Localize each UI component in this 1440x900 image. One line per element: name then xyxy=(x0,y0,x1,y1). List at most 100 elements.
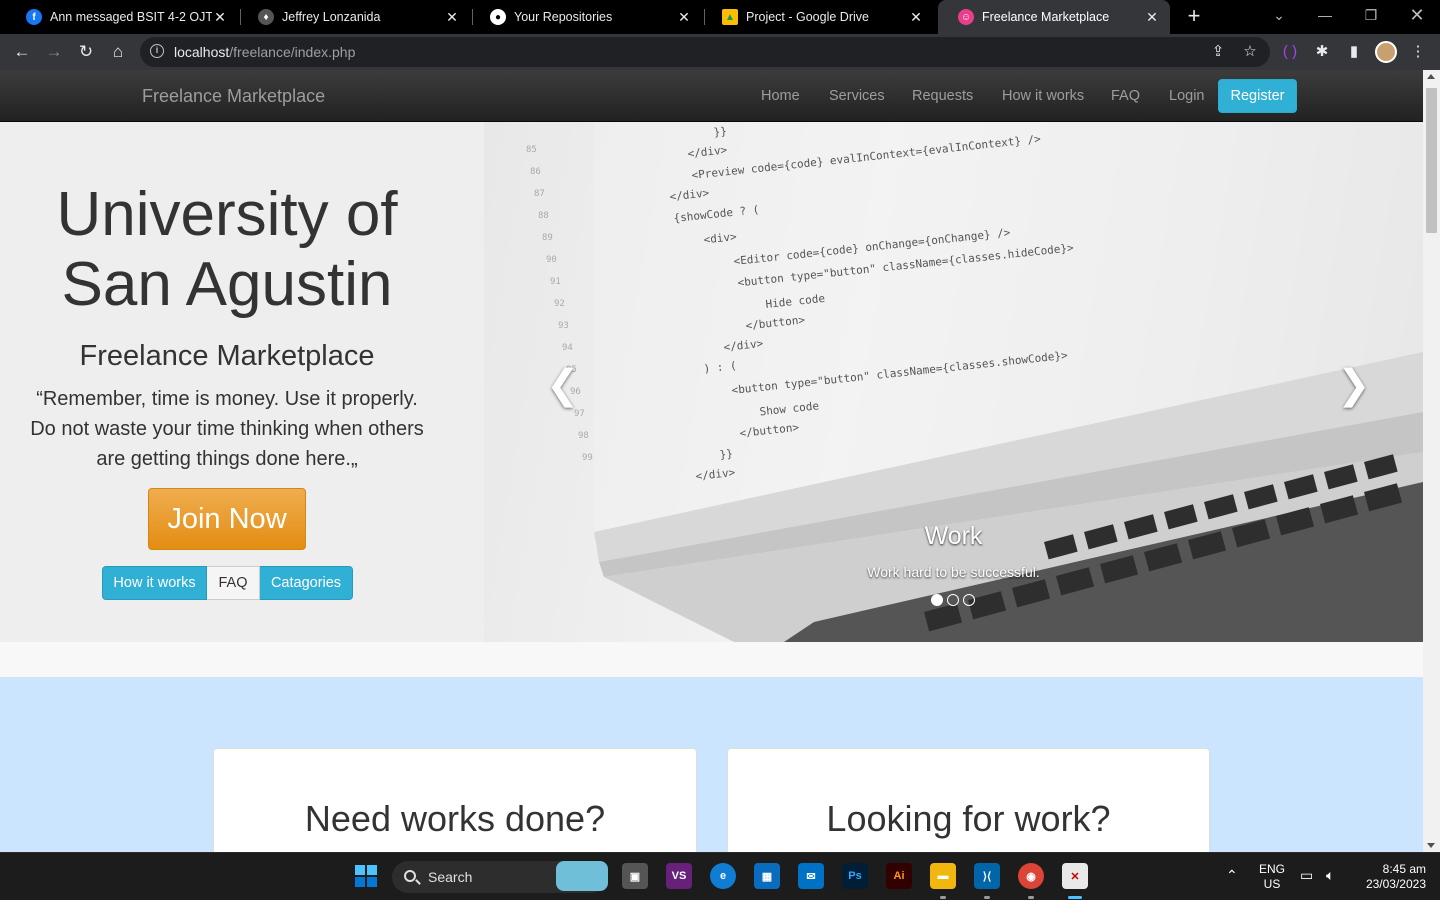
network-icon[interactable]: ▭ xyxy=(1300,867,1313,884)
profile-avatar[interactable] xyxy=(1375,41,1397,63)
address-bar[interactable]: i localhost/freelance/index.php xyxy=(140,37,1270,67)
hero-subtitle: Freelance Marketplace xyxy=(79,340,375,372)
region-code: US xyxy=(1263,877,1281,891)
windows-start-icon[interactable] xyxy=(353,863,379,889)
browser-tab[interactable]: f Ann messaged BSIT 4-2 OJT ✕ xyxy=(6,0,238,34)
nav-login[interactable]: Login xyxy=(1169,88,1204,104)
svg-text:88: 88 xyxy=(538,211,549,221)
carousel-prev-icon[interactable]: ❮ xyxy=(546,362,580,408)
home-icon[interactable]: ⌂ xyxy=(106,40,130,64)
register-button[interactable]: Register xyxy=(1218,79,1297,113)
hero-title-line-2: San Agustin xyxy=(61,250,393,319)
svg-text:87: 87 xyxy=(534,189,545,199)
svg-text:97: 97 xyxy=(574,409,585,419)
close-tab-icon[interactable]: ✕ xyxy=(212,9,228,26)
site-info-icon[interactable]: i xyxy=(150,44,164,58)
menu-kebab-icon[interactable]: ⋮ xyxy=(1406,40,1430,64)
photoshop-icon[interactable]: Ps xyxy=(842,863,868,889)
faq-button[interactable]: FAQ xyxy=(207,566,260,600)
carousel-indicator[interactable] xyxy=(963,594,975,606)
search-highlight-icon[interactable] xyxy=(556,861,608,891)
categories-button[interactable]: Catagories xyxy=(260,566,353,600)
share-icon[interactable]: ⇪ xyxy=(1206,40,1230,64)
volume-icon[interactable]: 🔈︎ xyxy=(1326,867,1334,884)
join-now-button[interactable]: Join Now xyxy=(148,488,306,550)
how-it-works-button[interactable]: How it works xyxy=(102,566,207,600)
browser-tab[interactable]: ▲ Project - Google Drive ✕ xyxy=(702,0,934,34)
mask-icon: ♦ xyxy=(258,9,274,25)
tab-title: Jeffrey Lonzanida xyxy=(282,10,381,24)
bookmark-star-icon[interactable]: ☆ xyxy=(1238,40,1262,64)
chrome-icon[interactable]: ◉ xyxy=(1018,863,1044,889)
smiley-favicon-icon: ☺ xyxy=(958,9,974,25)
side-panel-icon[interactable]: ▮ xyxy=(1342,40,1366,64)
close-tab-icon[interactable]: ✕ xyxy=(1144,9,1160,26)
code-line: }} xyxy=(713,125,728,139)
tab-title: Ann messaged BSIT 4-2 OJT xyxy=(50,10,212,24)
hero-title: University of San Agustin xyxy=(0,180,454,320)
edge-icon[interactable]: e xyxy=(710,863,736,889)
minimize-button[interactable]: — xyxy=(1302,0,1348,34)
page-scrollbar[interactable] xyxy=(1423,70,1440,852)
close-tab-icon[interactable]: ✕ xyxy=(908,9,924,26)
scroll-up-icon[interactable] xyxy=(1427,74,1435,79)
browser-tab[interactable]: ● Your Repositories ✕ xyxy=(470,0,702,34)
svg-text:86: 86 xyxy=(530,167,541,177)
carousel-indicator[interactable] xyxy=(947,594,959,606)
close-tab-icon[interactable]: ✕ xyxy=(444,9,460,26)
extension-brackets-icon[interactable]: ( ) xyxy=(1278,40,1302,64)
microsoft-store-icon[interactable]: ▦ xyxy=(754,863,780,889)
back-icon[interactable]: ← xyxy=(10,40,34,64)
visual-studio-icon[interactable]: VS xyxy=(666,863,692,889)
nav-requests[interactable]: Requests xyxy=(912,88,973,104)
carousel-caption-text: Work hard to be successful. xyxy=(867,564,1040,580)
page-viewport: Freelance Marketplace Home Services Requ… xyxy=(0,70,1440,852)
clock[interactable]: 8:45 am 23/03/2023 xyxy=(1356,862,1426,892)
tab-title: Your Repositories xyxy=(514,10,613,24)
extensions-puzzle-icon[interactable]: ✱ xyxy=(1310,40,1334,64)
new-tab-button[interactable]: + xyxy=(1182,4,1206,28)
xampp-icon[interactable]: ✕ xyxy=(1062,863,1088,889)
carousel-next-icon[interactable]: ❯ xyxy=(1337,362,1371,408)
nav-services[interactable]: Services xyxy=(829,88,885,104)
svg-text:90: 90 xyxy=(546,255,557,265)
close-tab-icon[interactable]: ✕ xyxy=(676,9,692,26)
clock-date: 23/03/2023 xyxy=(1365,877,1426,891)
hero-button-group: How it works FAQ Catagories xyxy=(102,566,353,600)
restore-button[interactable]: ❐ xyxy=(1348,0,1394,34)
browser-tab-active[interactable]: ☺ Freelance Marketplace ✕ xyxy=(938,0,1170,34)
quote-line: are getting things done here.„ xyxy=(96,448,358,470)
tray-chevron-icon[interactable]: ⌃ xyxy=(1226,867,1238,884)
url-path: /freelance/index.php xyxy=(229,44,356,60)
task-view-icon[interactable]: ▣ xyxy=(622,863,648,889)
cta-section: Need works done? Looking for work? xyxy=(0,677,1423,852)
work-card: Looking for work? xyxy=(727,748,1210,852)
illustrator-icon[interactable]: Ai xyxy=(886,863,912,889)
scroll-down-icon[interactable] xyxy=(1427,843,1435,848)
svg-text:94: 94 xyxy=(562,343,573,353)
card-title: Need works done? xyxy=(304,798,606,839)
close-window-button[interactable]: ✕ xyxy=(1394,0,1440,34)
code-line: }} xyxy=(719,447,734,461)
reload-icon[interactable]: ↻ xyxy=(74,40,98,64)
vscode-icon[interactable]: ⟩⟨ xyxy=(974,863,1000,889)
hire-card: Need works done? xyxy=(213,748,697,852)
scroll-thumb[interactable] xyxy=(1426,88,1437,233)
tab-search-icon[interactable]: ⌄ xyxy=(1256,0,1302,34)
file-explorer-icon[interactable]: ▬ xyxy=(930,863,956,889)
search-label: Search xyxy=(428,869,473,885)
mail-icon[interactable]: ✉ xyxy=(798,863,824,889)
browser-tab[interactable]: ♦ Jeffrey Lonzanida ✕ xyxy=(238,0,470,34)
forward-icon[interactable]: → xyxy=(42,40,66,64)
svg-text:92: 92 xyxy=(554,299,565,309)
nav-faq[interactable]: FAQ xyxy=(1111,88,1140,104)
nav-how-it-works[interactable]: How it works xyxy=(1002,88,1084,104)
svg-text:99: 99 xyxy=(582,453,593,463)
nav-home[interactable]: Home xyxy=(761,88,800,104)
hero-panel: University of San Agustin Freelance Mark… xyxy=(0,122,484,642)
windows-taskbar: Search ▣ VS e ▦ ✉ Ps Ai ▬ ⟩⟨ ◉ ✕ ⌃ ENG U… xyxy=(0,852,1440,900)
github-icon: ● xyxy=(490,9,506,25)
language-indicator[interactable]: ENG US xyxy=(1258,862,1286,892)
site-brand[interactable]: Freelance Marketplace xyxy=(142,86,325,107)
carousel-indicator[interactable] xyxy=(931,594,943,606)
